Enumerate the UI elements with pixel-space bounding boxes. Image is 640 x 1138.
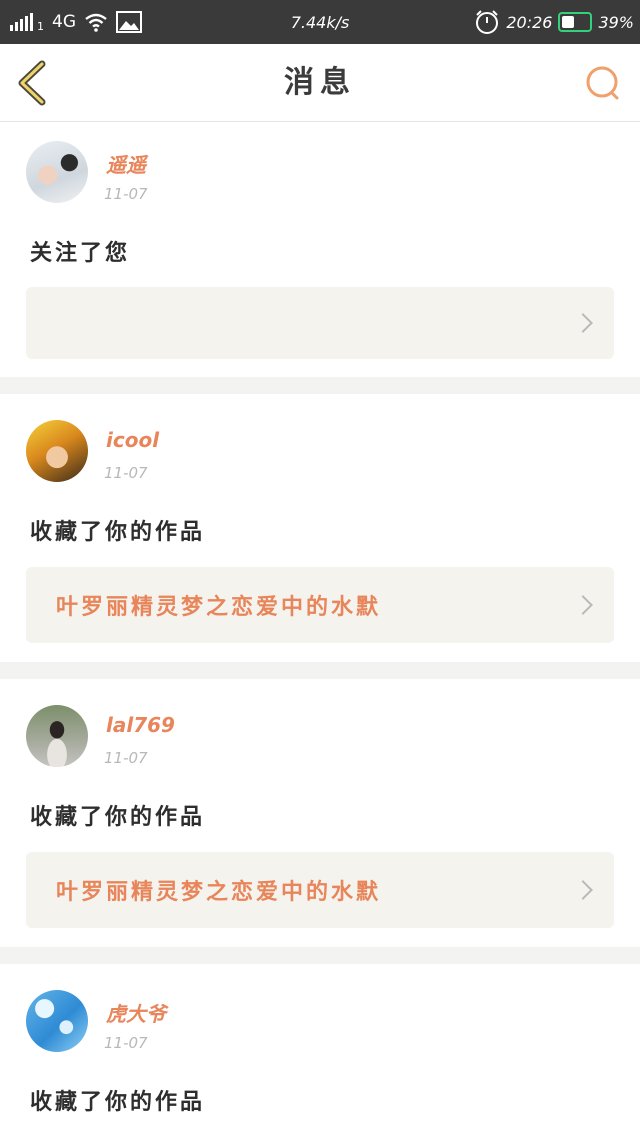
notification-card: icool 11-07 收藏了你的作品 叶罗丽精灵梦之恋爱中的水默 [0,394,640,662]
notification-card: lal769 11-07 收藏了你的作品 叶罗丽精灵梦之恋爱中的水默 [0,679,640,947]
nav-header: 消息 [0,44,640,122]
divider [0,947,640,964]
clock: 20:26 [506,12,553,32]
divider [0,377,640,394]
username[interactable]: lal769 [106,713,175,737]
notification-action: 关注了您 [30,241,131,266]
battery-icon [558,12,593,32]
divider [0,662,640,679]
reference-link[interactable]: 叶罗丽精灵梦之恋爱中的水默 [26,852,614,928]
notification-card: 虎大爷 11-07 收藏了你的作品 [0,964,640,1124]
avatar[interactable] [26,420,88,482]
avatar[interactable] [26,705,88,767]
avatar[interactable] [26,141,88,203]
notification-date: 11-07 [104,185,148,203]
avatar[interactable] [26,990,88,1052]
page-title: 消息 [284,65,356,100]
battery-percent: 39% [598,12,634,32]
notification-action: 收藏了你的作品 [30,1090,206,1115]
chevron-right-icon [573,880,593,900]
username[interactable]: 遥遥 [106,149,146,178]
reference-link[interactable] [26,287,614,359]
search-button[interactable] [584,64,624,104]
reference-title: 叶罗丽精灵梦之恋爱中的水默 [56,880,382,905]
notification-list: 遥遥 11-07 关注了您 icool 11-07 收藏了你的作品 叶罗丽精灵梦… [0,123,640,1124]
notification-action: 收藏了你的作品 [30,520,206,545]
username[interactable]: icool [106,428,159,452]
reference-link[interactable]: 叶罗丽精灵梦之恋爱中的水默 [26,567,614,643]
notification-card: 遥遥 11-07 关注了您 [0,123,640,377]
search-icon [586,66,619,100]
username[interactable]: 虎大爷 [106,998,166,1027]
chevron-right-icon [573,595,593,615]
notification-action: 收藏了你的作品 [30,805,206,830]
reference-title: 叶罗丽精灵梦之恋爱中的水默 [56,595,382,620]
chevron-right-icon [573,313,593,333]
notification-date: 11-07 [104,1034,148,1052]
notification-date: 11-07 [104,749,148,767]
alarm-icon [476,10,499,34]
status-right: 20:26 39% [474,0,634,44]
notification-date: 11-07 [104,464,148,482]
status-bar: 1 4G 7.44k/s 20:26 39% [0,0,640,44]
